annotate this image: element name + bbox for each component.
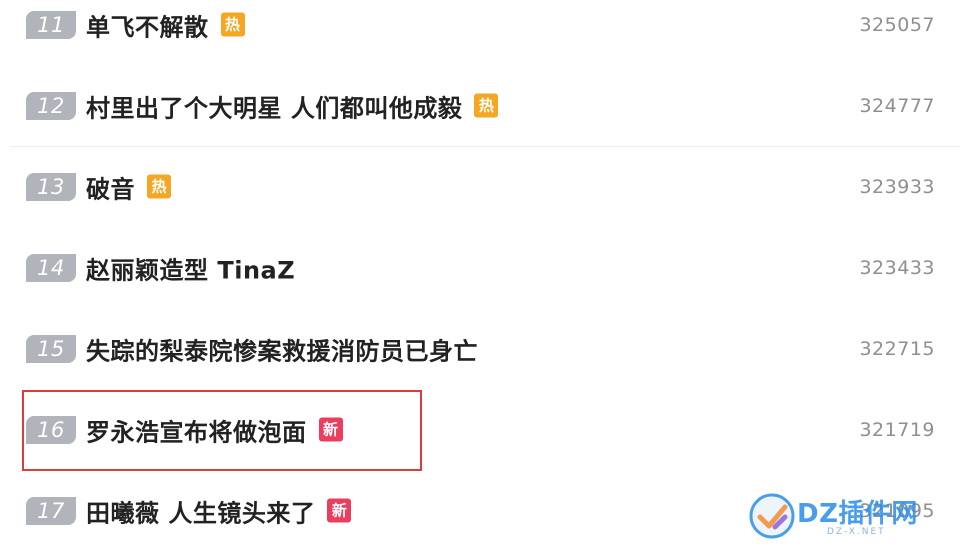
item-title-wrap: 单飞不解散 热 xyxy=(86,7,245,42)
list-item[interactable]: 11 单飞不解散 热 325057 xyxy=(10,0,950,65)
hot-badge: 热 xyxy=(147,174,171,199)
list-item-highlighted[interactable]: 16 罗永浩宣布将做泡面 新 321719 xyxy=(10,389,950,470)
item-title-wrap: 田曦薇 人生镜头来了 新 xyxy=(86,493,352,528)
check-logo-icon xyxy=(749,493,795,539)
item-count: 322715 xyxy=(859,337,935,360)
item-title-wrap: 破音 热 xyxy=(86,169,171,204)
item-count: 325057 xyxy=(859,13,935,36)
item-count: 323433 xyxy=(859,256,935,279)
item-title[interactable]: 罗永浩宣布将做泡面 xyxy=(86,412,307,447)
rank-badge: 17 xyxy=(26,496,76,525)
item-count: 321719 xyxy=(859,418,935,441)
item-title[interactable]: 田曦薇 人生镜头来了 xyxy=(86,493,315,528)
new-badge: 新 xyxy=(327,498,352,523)
item-title[interactable]: 赵丽颖造型 TinaZ xyxy=(86,250,295,285)
rank-badge: 12 xyxy=(26,91,76,120)
item-title[interactable]: 村里出了个大明星 人们都叫他成毅 xyxy=(86,88,462,123)
watermark: DZ插件网 DZ-X.NET xyxy=(749,491,949,541)
list-item[interactable]: 15 失踪的梨泰院惨案救援消防员已身亡 322715 xyxy=(10,308,950,389)
rank-badge: 15 xyxy=(26,334,76,363)
rank-badge: 13 xyxy=(26,172,76,201)
hot-search-list: 11 单飞不解散 热 325057 12 村里出了个大明星 人们都叫他成毅 热 … xyxy=(0,0,963,549)
watermark-subtext: DZ-X.NET xyxy=(827,527,886,537)
item-title[interactable]: 单飞不解散 xyxy=(86,7,209,42)
item-title-wrap: 失踪的梨泰院惨案救援消防员已身亡 xyxy=(86,331,478,366)
list-item[interactable]: 12 村里出了个大明星 人们都叫他成毅 热 324777 xyxy=(10,65,950,146)
item-count: 324777 xyxy=(859,94,935,117)
list-item[interactable]: 14 赵丽颖造型 TinaZ 323433 xyxy=(10,227,950,308)
item-title-wrap: 罗永浩宣布将做泡面 新 xyxy=(86,412,343,447)
hot-badge: 热 xyxy=(220,12,245,37)
item-title-wrap: 村里出了个大明星 人们都叫他成毅 热 xyxy=(86,88,499,123)
rank-badge: 16 xyxy=(26,415,76,444)
rank-badge: 11 xyxy=(26,10,76,39)
item-count: 323933 xyxy=(859,175,935,198)
watermark-text: DZ插件网 xyxy=(797,499,918,529)
item-title-wrap: 赵丽颖造型 TinaZ xyxy=(86,250,295,285)
rank-badge: 14 xyxy=(26,253,76,282)
new-badge: 新 xyxy=(318,417,343,442)
list-item[interactable]: 13 破音 热 323933 xyxy=(10,146,950,227)
hot-badge: 热 xyxy=(474,93,499,118)
item-title[interactable]: 失踪的梨泰院惨案救援消防员已身亡 xyxy=(86,331,478,366)
item-title[interactable]: 破音 xyxy=(86,169,135,204)
